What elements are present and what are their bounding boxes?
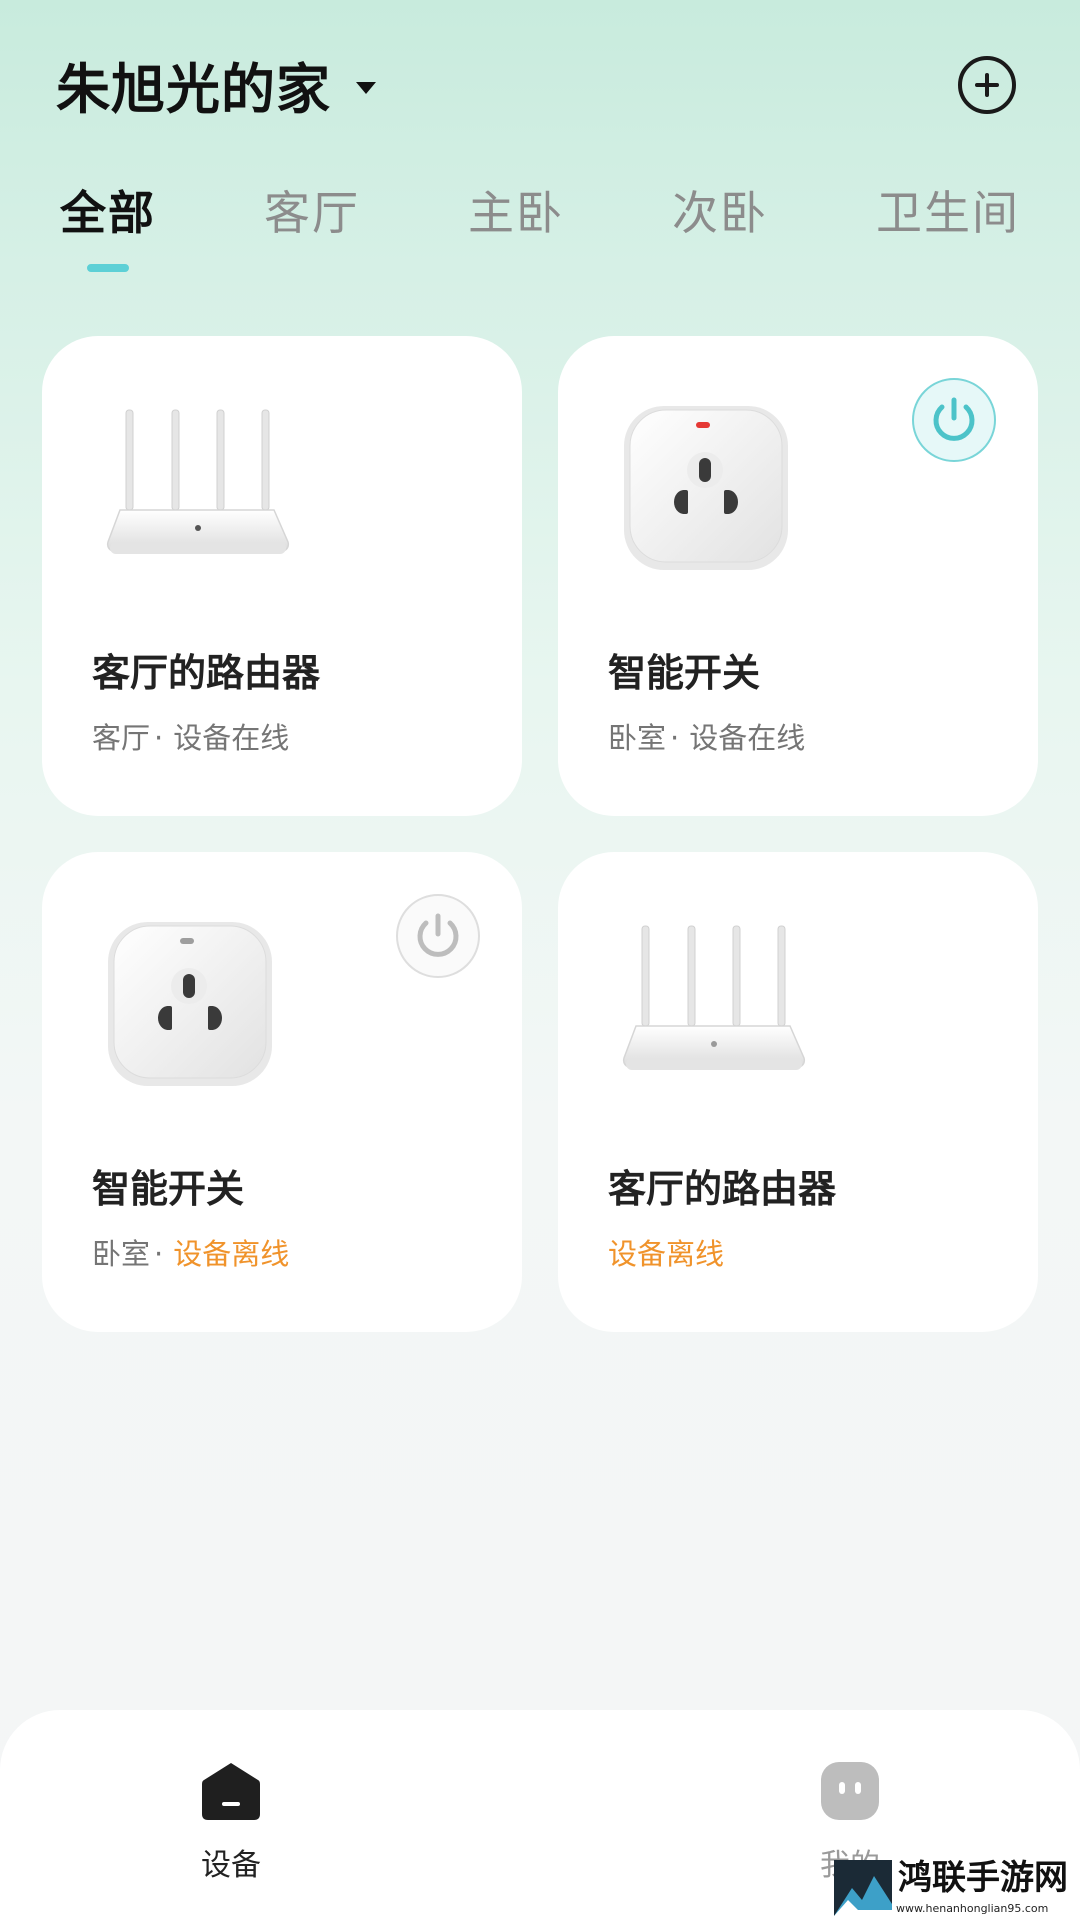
- device-card[interactable]: 智能开关 卧室 · 设备离线: [42, 852, 522, 1332]
- tab-active-indicator: [87, 264, 129, 272]
- caret-down-icon[interactable]: [356, 82, 376, 94]
- home-icon: [202, 1763, 260, 1820]
- watermark-title: 鸿联手游网: [898, 1858, 1068, 1898]
- device-status: 设备离线: [173, 1237, 290, 1271]
- router-icon: [622, 925, 806, 1070]
- device-meta: 客厅 · 设备在线: [92, 716, 289, 760]
- device-status: 设备在线: [689, 721, 806, 755]
- device-name: 智能开关: [92, 1167, 245, 1211]
- tab-all[interactable]: 全部: [60, 178, 156, 248]
- tab-second-bedroom[interactable]: 次卧: [672, 178, 768, 248]
- device-name: 客厅的路由器: [92, 651, 321, 695]
- watermark-url: www.henanhonglian95.com: [896, 1902, 1049, 1915]
- watermark: 鸿联手游网 www.henanhonglian95.com: [830, 1858, 1080, 1920]
- device-status: 设备在线: [173, 721, 290, 755]
- meta-separator: ·: [154, 1237, 164, 1271]
- profile-face-icon: [821, 1762, 879, 1820]
- tab-bathroom[interactable]: 卫生间: [876, 178, 1020, 248]
- power-button[interactable]: [396, 894, 480, 978]
- smart-plug-icon: [624, 406, 788, 570]
- power-icon: [933, 397, 975, 441]
- device-meta: 卧室 · 设备离线: [92, 1232, 289, 1276]
- device-card[interactable]: 客厅的路由器 客厅 · 设备在线: [42, 336, 522, 816]
- device-room: 卧室: [608, 721, 667, 755]
- device-card[interactable]: 客厅的路由器 设备离线: [558, 852, 1038, 1332]
- smart-plug-icon: [108, 922, 272, 1086]
- room-tabs: 全部 客厅 主卧 次卧 卫生间: [0, 178, 1080, 278]
- meta-separator: ·: [154, 721, 164, 755]
- tab-master-bedroom[interactable]: 主卧: [468, 178, 564, 248]
- device-name: 客厅的路由器: [608, 1167, 837, 1211]
- device-card[interactable]: 智能开关 卧室 · 设备在线: [558, 336, 1038, 816]
- tab-living-room[interactable]: 客厅: [264, 178, 360, 248]
- power-icon: [417, 913, 459, 957]
- router-icon: [106, 409, 290, 554]
- device-room: 客厅: [92, 721, 151, 755]
- power-button[interactable]: [912, 378, 996, 462]
- device-room: 卧室: [92, 1237, 151, 1271]
- header: 朱旭光的家: [0, 0, 1080, 160]
- home-title[interactable]: 朱旭光的家: [56, 55, 331, 125]
- device-status: 设备离线: [608, 1237, 725, 1271]
- watermark-logo-icon: [834, 1860, 892, 1916]
- nav-devices[interactable]: 设备: [161, 1760, 301, 1900]
- add-device-button[interactable]: [958, 56, 1016, 114]
- device-meta: 设备离线: [608, 1232, 724, 1276]
- device-name: 智能开关: [608, 651, 761, 695]
- device-meta: 卧室 · 设备在线: [608, 716, 805, 760]
- meta-separator: ·: [670, 721, 680, 755]
- nav-label: 设备: [201, 1848, 261, 1883]
